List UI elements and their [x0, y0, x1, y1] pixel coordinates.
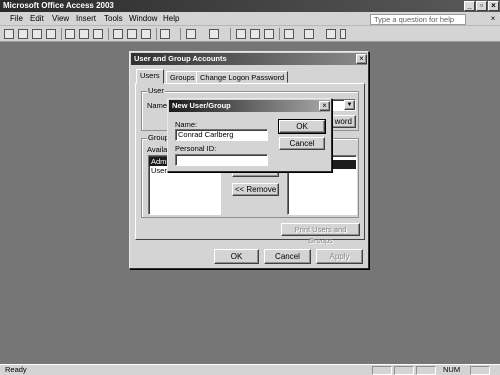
save-icon[interactable] — [32, 29, 42, 39]
toolbar-separator — [156, 28, 157, 40]
personal-id-label: Personal ID: — [175, 144, 217, 153]
app-title-bar: Microsoft Office Access 2003 _ ▫ × — [0, 0, 500, 12]
toolbar-separator — [279, 28, 280, 40]
menu-insert[interactable]: Insert — [76, 14, 96, 24]
accounts-close-button[interactable]: × — [356, 54, 367, 64]
ok-button[interactable]: OK — [214, 249, 259, 264]
status-indicator — [372, 366, 392, 375]
restore-button[interactable]: ▫ — [476, 1, 487, 11]
window-controls: _ ▫ × — [464, 1, 499, 11]
menu-edit[interactable]: Edit — [30, 14, 44, 24]
spelling-icon[interactable] — [93, 29, 103, 39]
new-user-close-button[interactable]: × — [319, 101, 330, 111]
minimize-button[interactable]: _ — [464, 1, 475, 11]
print-preview-icon[interactable] — [79, 29, 89, 39]
accounts-dialog-title-bar: User and Group Accounts — [131, 53, 367, 65]
paste-icon[interactable] — [141, 29, 151, 39]
menu-bar: File Edit View Insert Tools Window Help … — [0, 12, 500, 26]
new-user-dialog-title-bar: New User/Group — [169, 100, 330, 112]
properties-icon[interactable] — [304, 29, 314, 39]
relationships-icon[interactable] — [264, 29, 274, 39]
new-user-dialog-title: New User/Group — [172, 101, 231, 110]
search-icon[interactable] — [46, 29, 56, 39]
menu-window[interactable]: Window — [129, 14, 157, 24]
status-bar: Ready NUM — [0, 364, 500, 375]
toolbar-separator — [61, 28, 62, 40]
toolbar-separator — [180, 28, 181, 40]
user-group-label: User — [147, 86, 165, 95]
status-text: Ready — [5, 365, 27, 374]
accounts-dialog-title: User and Group Accounts — [134, 54, 227, 63]
cancel-button[interactable]: Cancel — [264, 249, 311, 264]
copy-icon[interactable] — [127, 29, 137, 39]
tab-change-logon-password[interactable]: Change Logon Password — [196, 71, 289, 83]
new-user-name-label: Name: — [175, 120, 198, 129]
new-user-ok-button[interactable]: OK — [278, 119, 326, 134]
user-name-label: Name: — [147, 101, 170, 110]
num-lock-indicator: NUM — [443, 365, 461, 374]
help-icon[interactable] — [326, 29, 336, 39]
menu-tools[interactable]: Tools — [104, 14, 123, 24]
close-button[interactable]: × — [488, 1, 499, 11]
personal-id-input[interactable] — [175, 154, 268, 166]
menu-view[interactable]: View — [52, 14, 69, 24]
tab-users[interactable]: Users — [136, 69, 164, 84]
script-icon[interactable] — [250, 29, 260, 39]
analyze-icon[interactable] — [209, 29, 219, 39]
cut-icon[interactable] — [113, 29, 123, 39]
toolbar-separator — [230, 28, 231, 40]
mdi-close-icon[interactable]: × — [488, 14, 498, 24]
menu-help[interactable]: Help — [163, 14, 179, 24]
app-title: Microsoft Office Access 2003 — [3, 1, 114, 10]
new-icon[interactable] — [4, 29, 14, 39]
status-indicator — [470, 366, 490, 375]
new-user-name-input[interactable]: Conrad Carlberg — [175, 129, 268, 141]
menu-file[interactable]: File — [10, 14, 23, 24]
new-user-group-dialog: New User/Group × Name: Conrad Carlberg P… — [167, 98, 332, 172]
dropdown-arrow-icon[interactable]: ▼ — [344, 100, 355, 110]
open-icon[interactable] — [18, 29, 28, 39]
help-search-input[interactable]: Type a question for help — [370, 14, 466, 25]
office-links-icon[interactable] — [186, 29, 196, 39]
print-users-groups-button[interactable]: Print Users and Groups — [281, 223, 360, 245]
status-indicator — [416, 366, 436, 375]
apply-button[interactable]: Apply — [316, 249, 363, 264]
new-object-icon[interactable] — [284, 29, 294, 39]
new-user-cancel-button[interactable]: Cancel — [279, 137, 325, 150]
toolbar-options-icon[interactable] — [340, 29, 346, 39]
code-icon[interactable] — [236, 29, 246, 39]
remove-group-button[interactable]: << Remove — [232, 183, 279, 196]
status-indicator — [394, 366, 414, 375]
tab-groups[interactable]: Groups — [166, 71, 199, 83]
database-toolbar — [0, 26, 500, 42]
print-icon[interactable] — [65, 29, 75, 39]
toolbar-separator — [108, 28, 109, 40]
undo-icon[interactable] — [160, 29, 170, 39]
access-application: Microsoft Office Access 2003 _ ▫ × File … — [0, 0, 500, 375]
